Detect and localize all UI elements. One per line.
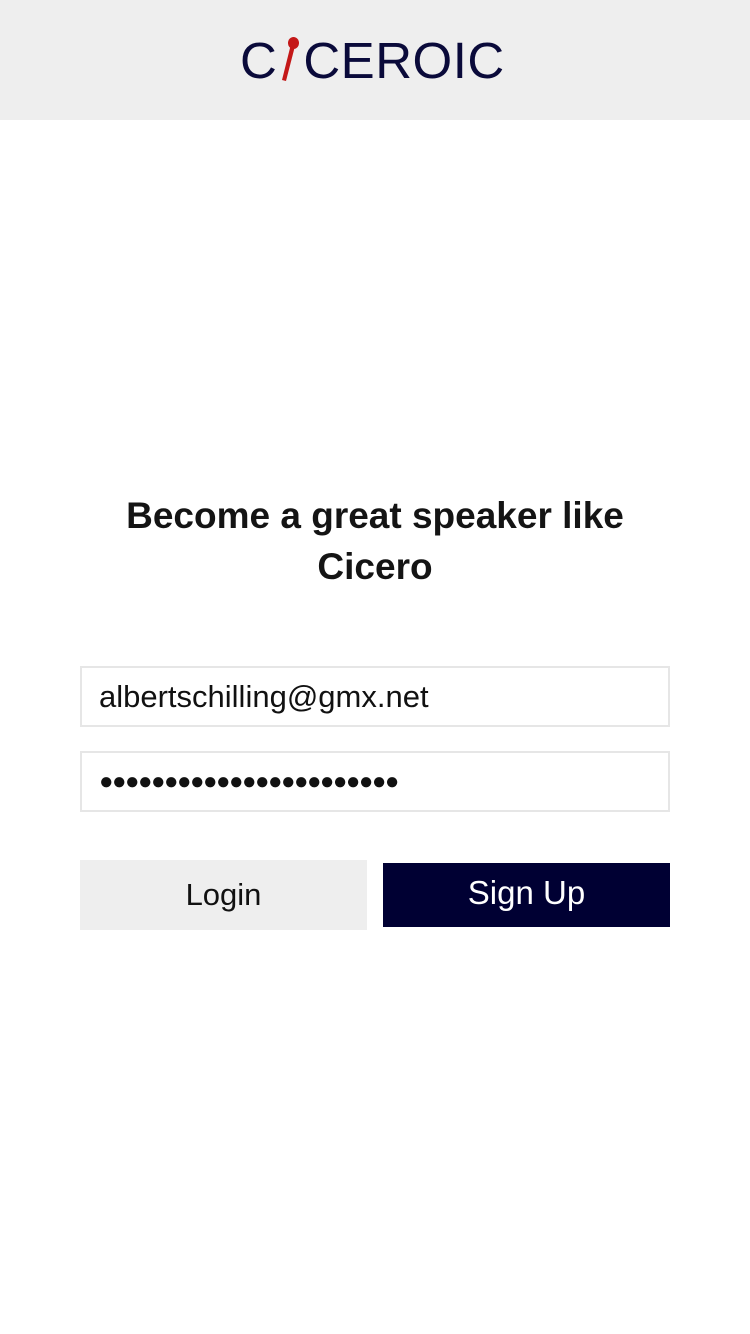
- signup-label: Sign Up: [467, 874, 586, 911]
- app-logo: C CEROIC: [240, 32, 505, 89]
- app-header: C CEROIC: [0, 0, 750, 120]
- logo-text-start: C: [240, 32, 278, 89]
- signup-button[interactable]: Sign Up: [383, 863, 670, 927]
- login-button[interactable]: Login: [80, 860, 367, 930]
- page-headline: Become a great speaker like Cicero: [0, 490, 750, 592]
- login-label: Login: [185, 877, 262, 912]
- email-value: albertschilling@gmx.net: [99, 678, 429, 714]
- headline-line-1: Become a great speaker like: [126, 495, 624, 536]
- microphone-icon: [278, 36, 300, 82]
- headline-line-2: Cicero: [317, 546, 433, 587]
- email-field[interactable]: albertschilling@gmx.net: [80, 666, 670, 727]
- password-field[interactable]: ●●●●●●●●●●●●●●●●●●●●●●●: [80, 751, 670, 812]
- password-value: ●●●●●●●●●●●●●●●●●●●●●●●: [99, 767, 399, 795]
- logo-text-end: CEROIC: [303, 32, 505, 89]
